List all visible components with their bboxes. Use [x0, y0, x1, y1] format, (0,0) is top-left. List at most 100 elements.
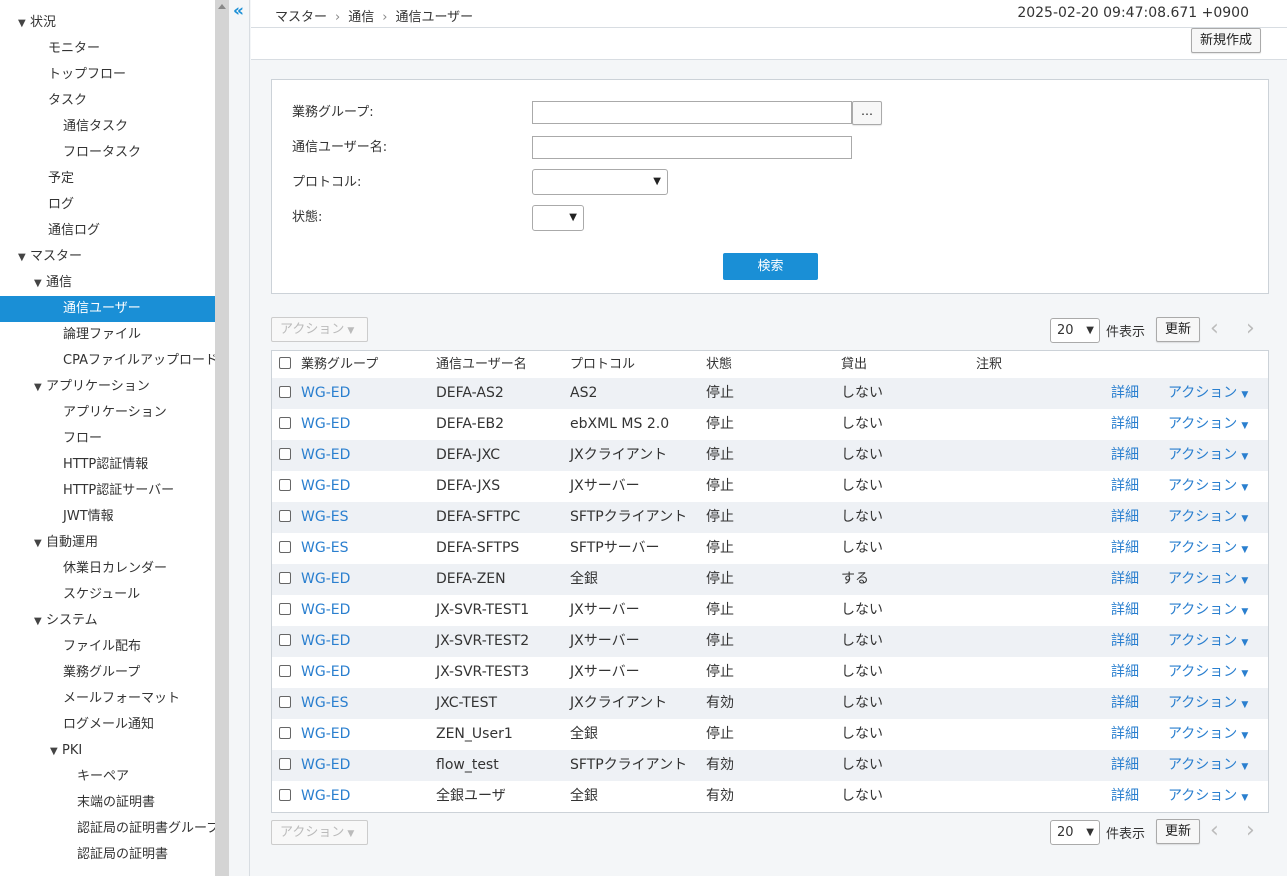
detail-link[interactable]: 詳細	[1111, 750, 1139, 781]
expand-triangle-icon[interactable]: ▼	[34, 531, 46, 557]
collapse-sidebar-icon[interactable]: «	[233, 3, 244, 20]
sidebar-item[interactable]: キーペア	[0, 764, 215, 790]
sidebar-item[interactable]: 末端の証明書	[0, 790, 215, 816]
new-button[interactable]: 新規作成	[1191, 28, 1261, 53]
row-action-dropdown[interactable]: アクション ▼	[1168, 564, 1248, 597]
row-checkbox[interactable]	[279, 378, 291, 409]
sidebar-item[interactable]: ▼ マスター	[0, 244, 215, 270]
row-action-dropdown[interactable]: アクション ▼	[1168, 502, 1248, 535]
group-link[interactable]: WG-ED	[301, 440, 350, 471]
row-checkbox[interactable]	[279, 440, 291, 471]
sidebar-item[interactable]: 通信ユーザー	[0, 296, 215, 322]
sidebar-item[interactable]: ログメール通知	[0, 712, 215, 738]
detail-link[interactable]: 詳細	[1111, 688, 1139, 719]
expand-triangle-icon[interactable]: ▼	[34, 609, 46, 635]
user-name-input[interactable]	[532, 136, 852, 159]
detail-link[interactable]: 詳細	[1111, 409, 1139, 440]
group-link[interactable]: WG-ED	[301, 564, 350, 595]
next-page-icon[interactable]: ›	[1246, 819, 1255, 843]
detail-link[interactable]: 詳細	[1111, 626, 1139, 657]
sidebar-item[interactable]: モニター	[0, 36, 215, 62]
row-action-dropdown[interactable]: アクション ▼	[1168, 409, 1248, 442]
refresh-button[interactable]: 更新	[1156, 317, 1200, 342]
expand-triangle-icon[interactable]: ▼	[18, 11, 30, 37]
col-header-note[interactable]: 注釈	[976, 351, 1002, 378]
sidebar-item[interactable]: ▼ アプリケーション	[0, 374, 215, 400]
page-size-select[interactable]: 20 ▼	[1050, 318, 1100, 343]
group-link[interactable]: WG-ED	[301, 657, 350, 688]
expand-triangle-icon[interactable]: ▼	[34, 271, 46, 297]
sidebar-item[interactable]: 認証局の証明書	[0, 842, 215, 868]
detail-link[interactable]: 詳細	[1111, 471, 1139, 502]
state-select[interactable]: ▼	[532, 205, 584, 231]
sidebar-item[interactable]: スケジュール	[0, 582, 215, 608]
group-link[interactable]: WG-ED	[301, 378, 350, 409]
expand-triangle-icon[interactable]: ▼	[34, 375, 46, 401]
sidebar-item[interactable]: ログ	[0, 192, 215, 218]
sidebar-item[interactable]: フロータスク	[0, 140, 215, 166]
sidebar-item[interactable]: 通信ログ	[0, 218, 215, 244]
page-size-select[interactable]: 20 ▼	[1050, 820, 1100, 845]
row-action-dropdown[interactable]: アクション ▼	[1168, 378, 1248, 411]
row-checkbox[interactable]	[279, 533, 291, 564]
sidebar-item[interactable]: タスク	[0, 88, 215, 114]
sidebar-item[interactable]: ▼ 状況	[0, 10, 215, 36]
detail-link[interactable]: 詳細	[1111, 440, 1139, 471]
detail-link[interactable]: 詳細	[1111, 657, 1139, 688]
next-page-icon[interactable]: ›	[1246, 317, 1255, 341]
row-checkbox[interactable]	[279, 781, 291, 812]
group-link[interactable]: WG-ED	[301, 781, 350, 812]
expand-triangle-icon[interactable]: ▼	[50, 739, 62, 765]
sidebar-item[interactable]: アプリケーション	[0, 400, 215, 426]
sidebar-item[interactable]: CPAファイルアップロード	[0, 348, 215, 374]
col-header-protocol[interactable]: プロトコル	[570, 351, 635, 378]
col-header-name[interactable]: 通信ユーザー名	[436, 351, 527, 378]
group-link[interactable]: WG-ES	[301, 533, 348, 564]
col-header-lend[interactable]: 貸出	[841, 351, 867, 378]
sidebar-item[interactable]: 予定	[0, 166, 215, 192]
bulk-action-dropdown-bottom[interactable]: アクション ▼	[271, 820, 368, 845]
scroll-up-arrow-icon[interactable]	[218, 4, 226, 9]
row-checkbox[interactable]	[279, 502, 291, 533]
sidebar-item[interactable]: ▼ 通信	[0, 270, 215, 296]
group-browse-button[interactable]: …	[852, 101, 882, 125]
row-checkbox[interactable]	[279, 564, 291, 595]
prev-page-icon[interactable]: ‹	[1210, 317, 1219, 341]
sidebar-item[interactable]: 認証局の証明書グループ	[0, 816, 215, 842]
row-action-dropdown[interactable]: アクション ▼	[1168, 719, 1248, 752]
row-checkbox[interactable]	[279, 688, 291, 719]
sidebar-scrollbar[interactable]	[215, 0, 229, 876]
breadcrumb-item[interactable]: マスター	[275, 10, 327, 25]
sidebar-item[interactable]: フロー	[0, 426, 215, 452]
breadcrumb-item[interactable]: 通信	[348, 10, 374, 25]
row-checkbox[interactable]	[279, 471, 291, 502]
detail-link[interactable]: 詳細	[1111, 378, 1139, 409]
detail-link[interactable]: 詳細	[1111, 502, 1139, 533]
row-checkbox[interactable]	[279, 595, 291, 626]
row-checkbox[interactable]	[279, 719, 291, 750]
sidebar-item[interactable]: ファイル配布	[0, 634, 215, 660]
col-header-group[interactable]: 業務グループ	[301, 351, 378, 378]
row-action-dropdown[interactable]: アクション ▼	[1168, 657, 1248, 690]
protocol-select[interactable]: ▼	[532, 169, 668, 195]
row-action-dropdown[interactable]: アクション ▼	[1168, 626, 1248, 659]
sidebar-item[interactable]: HTTP認証情報	[0, 452, 215, 478]
row-action-dropdown[interactable]: アクション ▼	[1168, 595, 1248, 628]
row-action-dropdown[interactable]: アクション ▼	[1168, 688, 1248, 721]
sidebar-item[interactable]: 論理ファイル	[0, 322, 215, 348]
sidebar-item[interactable]: JWT情報	[0, 504, 215, 530]
detail-link[interactable]: 詳細	[1111, 719, 1139, 750]
sidebar-item[interactable]: 休業日カレンダー	[0, 556, 215, 582]
group-link[interactable]: WG-ED	[301, 719, 350, 750]
group-link[interactable]: WG-ED	[301, 409, 350, 440]
sidebar-item[interactable]: HTTP認証サーバー	[0, 478, 215, 504]
sidebar-item[interactable]: メールフォーマット	[0, 686, 215, 712]
group-link[interactable]: WG-ED	[301, 750, 350, 781]
search-button[interactable]: 検索	[723, 253, 818, 280]
detail-link[interactable]: 詳細	[1111, 595, 1139, 626]
sidebar-item[interactable]: トップフロー	[0, 62, 215, 88]
row-checkbox[interactable]	[279, 626, 291, 657]
expand-triangle-icon[interactable]: ▼	[18, 245, 30, 271]
detail-link[interactable]: 詳細	[1111, 564, 1139, 595]
sidebar-item[interactable]: 業務グループ	[0, 660, 215, 686]
